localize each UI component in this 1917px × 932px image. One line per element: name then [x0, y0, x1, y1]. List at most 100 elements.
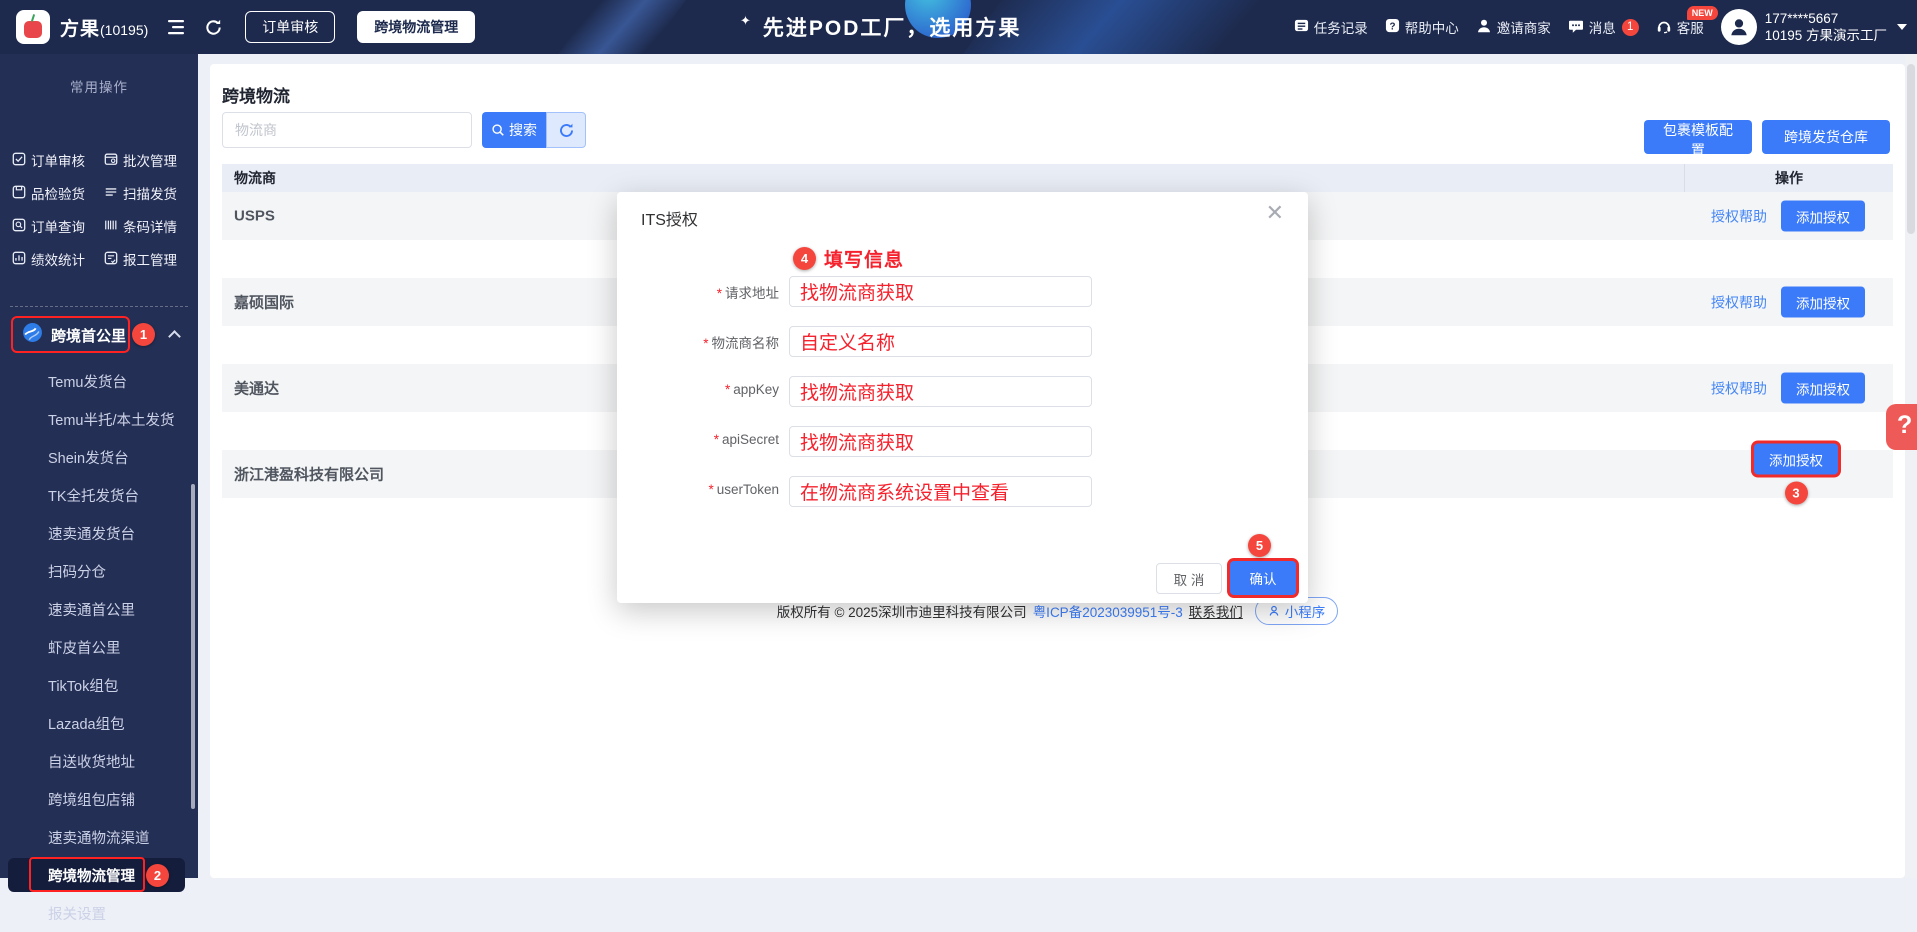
sidebar-item-label: 速卖通物流渠道: [48, 827, 150, 848]
field-input-appKey[interactable]: [789, 376, 1092, 407]
quick-op-报工管理[interactable]: 报工管理: [104, 249, 192, 269]
package-template-config-button[interactable]: 包裹模板配置: [1644, 120, 1752, 154]
header-utility-客服[interactable]: 客服NEW: [1656, 17, 1704, 37]
banner-streak: [533, 0, 707, 54]
service-icon: [1656, 18, 1672, 37]
sidebar-item-TikTok组包[interactable]: TikTok组包: [0, 666, 198, 704]
avatar: [1721, 9, 1757, 45]
page-scrollbar[interactable]: [1905, 54, 1917, 878]
sidebar-item-Temu发货台[interactable]: Temu发货台: [0, 362, 198, 400]
refresh-icon[interactable]: [204, 18, 223, 37]
user-menu[interactable]: 177****5667 10195 方果演示工厂: [1721, 9, 1907, 45]
chevron-down-icon: [1897, 24, 1907, 30]
new-tag: NEW: [1687, 6, 1718, 20]
field-input-请求地址[interactable]: [789, 276, 1092, 307]
provider-name: 嘉硕国际: [234, 292, 294, 313]
quick-op-订单查询[interactable]: 订单查询: [12, 216, 104, 236]
sidebar-item-速卖通物流渠道[interactable]: 速卖通物流渠道: [0, 818, 198, 856]
quick-op-label: 条码详情: [123, 216, 177, 236]
quick-op-扫描发货[interactable]: 扫描发货: [104, 183, 192, 203]
add-auth-button[interactable]: 添加授权: [1781, 373, 1865, 404]
add-auth-button[interactable]: 添加授权: [1781, 201, 1865, 232]
annotation-badge-5: 5: [1248, 534, 1271, 557]
auth-help-link[interactable]: 授权帮助: [1711, 378, 1767, 398]
svg-text:?: ?: [1389, 21, 1395, 32]
contact-us-link[interactable]: 联系我们: [1189, 601, 1243, 621]
search-square-icon: [12, 218, 26, 235]
check-square-icon: [12, 152, 26, 169]
confirm-button[interactable]: 确认: [1230, 561, 1296, 595]
annotation-badge-4: 4: [793, 247, 816, 270]
sidebar-item-label: 虾皮首公里: [48, 637, 121, 658]
quick-op-label: 绩效统计: [31, 249, 85, 269]
cross-border-warehouse-button[interactable]: 跨境发货仓库: [1762, 120, 1890, 154]
sidebar-item-label: Temu半托/本土发货: [48, 409, 175, 430]
required-asterisk: *: [717, 286, 722, 301]
header-utility-邀请商家[interactable]: 邀请商家: [1476, 17, 1551, 37]
app-logo: [16, 10, 50, 44]
icp-link[interactable]: 粤ICP备2023039951号-3: [1033, 601, 1183, 621]
row-actions: 授权帮助添加授权: [1711, 287, 1865, 318]
quick-op-订单审核[interactable]: 订单审核: [12, 150, 104, 170]
sidebar-section-title: 常用操作: [0, 76, 198, 96]
refresh-list-icon[interactable]: [546, 112, 586, 148]
collapse-menu-icon[interactable]: [166, 18, 186, 36]
field-input-物流商名称[interactable]: [789, 326, 1092, 357]
field-label: *appKey: [627, 382, 779, 397]
tab-order-review[interactable]: 订单审核: [245, 11, 335, 43]
quick-op-条码详情[interactable]: 条码详情: [104, 216, 192, 236]
sidebar-item-跨境组包店铺[interactable]: 跨境组包店铺: [0, 780, 198, 818]
sidebar-item-label: 报关设置: [48, 903, 106, 924]
table-header: 物流商 操作: [222, 164, 1893, 192]
quick-op-批次管理[interactable]: 批次管理: [104, 150, 192, 170]
inspect-icon: [12, 185, 26, 202]
sidebar-item-label: TK全托发货台: [48, 485, 139, 506]
sidebar-scrollbar[interactable]: [191, 484, 195, 809]
utility-label: 消息: [1589, 17, 1616, 37]
add-auth-button[interactable]: 添加授权: [1754, 444, 1838, 475]
sidebar-item-速卖通发货台[interactable]: 速卖通发货台: [0, 514, 198, 552]
auth-help-link[interactable]: 授权帮助: [1711, 206, 1767, 226]
sidebar-item-报关设置[interactable]: 报关设置: [0, 894, 198, 932]
message-icon: [1568, 18, 1584, 37]
quick-op-绩效统计[interactable]: 绩效统计: [12, 249, 104, 269]
add-auth-button[interactable]: 添加授权: [1781, 287, 1865, 318]
sidebar-item-自送收货地址[interactable]: 自送收货地址: [0, 742, 198, 780]
sidebar-item-Temu半托/本土发货[interactable]: Temu半托/本土发货: [0, 400, 198, 438]
header-utility-帮助中心[interactable]: ?帮助中心: [1385, 17, 1459, 37]
quick-op-label: 品检验货: [31, 183, 85, 203]
sidebar-item-虾皮首公里[interactable]: 虾皮首公里: [0, 628, 198, 666]
quick-op-品检验货[interactable]: 品检验货: [12, 183, 104, 203]
barcode-icon: [104, 218, 118, 235]
search-button[interactable]: 搜索: [482, 112, 546, 148]
field-input-apiSecret[interactable]: [789, 426, 1092, 457]
cancel-button[interactable]: 取 消: [1156, 563, 1222, 594]
annotation-badge-2: 2: [146, 864, 169, 887]
user-phone: 177****5667: [1765, 10, 1887, 27]
sidebar-item-label: 扫码分仓: [48, 561, 106, 582]
sidebar-item-Lazada组包[interactable]: Lazada组包: [0, 704, 198, 742]
auth-help-link[interactable]: 授权帮助: [1711, 292, 1767, 312]
field-input-userToken[interactable]: [789, 476, 1092, 507]
sidebar-item-跨境物流管理[interactable]: 跨境物流管理2: [0, 856, 198, 894]
header-utility-任务记录[interactable]: 任务记录: [1294, 17, 1368, 37]
task-list-icon: [1294, 18, 1309, 36]
header-utility-消息[interactable]: 消息1: [1568, 17, 1639, 37]
search-input[interactable]: [222, 112, 472, 148]
tab-cross-border-logistics[interactable]: 跨境物流管理: [357, 11, 475, 43]
help-icon: ?: [1385, 18, 1400, 36]
sidebar-item-Shein发货台[interactable]: Shein发货台: [0, 438, 198, 476]
help-floating-button[interactable]: ?: [1886, 404, 1917, 450]
form-row-userToken: *userToken: [617, 476, 1308, 507]
column-header-provider: 物流商: [222, 164, 1685, 192]
sidebar-item-速卖通首公里[interactable]: 速卖通首公里: [0, 590, 198, 628]
annotation-text: 填写信息: [824, 245, 904, 272]
close-icon[interactable]: ✕: [1266, 202, 1284, 224]
page-scrollbar-thumb[interactable]: [1907, 64, 1915, 234]
sidebar-item-扫码分仓[interactable]: 扫码分仓: [0, 552, 198, 590]
promo-banner: ✦ 先进POD工厂，选用方果: [740, 0, 1021, 54]
sidebar-item-label: 跨境组包店铺: [48, 789, 135, 810]
quick-op-label: 订单查询: [31, 216, 85, 236]
sidebar-item-TK全托发货台[interactable]: TK全托发货台: [0, 476, 198, 514]
sidebar-group-cross-border-first-mile[interactable]: 跨境首公里 1: [0, 316, 198, 354]
